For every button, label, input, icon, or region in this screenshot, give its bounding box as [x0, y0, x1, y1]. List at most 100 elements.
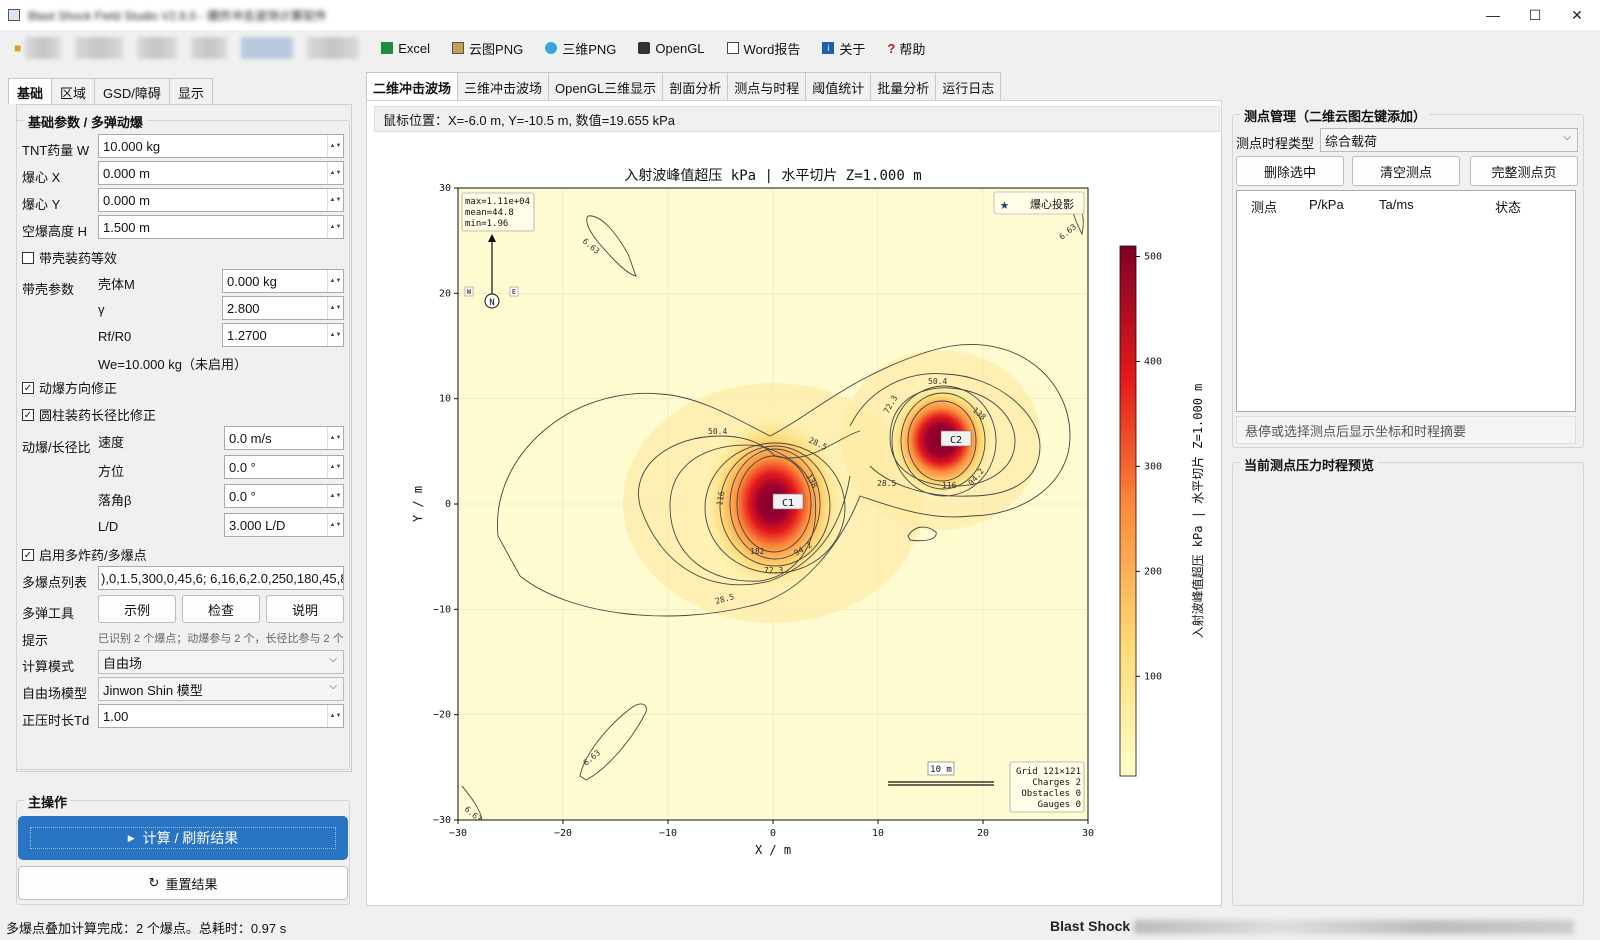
spin-arrows-icon[interactable]: ▲▼	[327, 216, 343, 238]
toolbar: ■ Excel 云图PNG 三维PNG OpenGL Word报告 i 关于 ? 帮…	[0, 30, 1600, 66]
spin-arrows-icon[interactable]: ▲▼	[327, 324, 343, 346]
tab-gauges[interactable]: 测点与时程	[727, 72, 807, 100]
spin-arrows-icon[interactable]: ▲▼	[327, 427, 343, 449]
column-header[interactable]: P/kPa	[1309, 197, 1344, 212]
checkbox-box[interactable]: ✓	[22, 381, 34, 394]
info-obstacles: Obstacles 0	[1021, 789, 1081, 799]
gamma-input[interactable]: 2.800 ▲▼	[222, 296, 344, 320]
calculate-button[interactable]: ▶ 计算 / 刷新结果	[18, 816, 348, 860]
preview-group	[1232, 462, 1584, 906]
spin-arrows-icon[interactable]: ▲▼	[327, 270, 343, 292]
tab-region[interactable]: 区域	[51, 78, 96, 104]
spin-arrows-icon[interactable]: ▲▼	[327, 297, 343, 319]
type-label: 测点时程类型	[1236, 136, 1315, 151]
checkbox-box[interactable]: ✓	[22, 408, 34, 421]
multi-checkbox[interactable]: ✓ 启用多炸药/多爆点	[22, 545, 147, 564]
height-label: 空爆高度 H	[22, 224, 88, 239]
shell-checkbox[interactable]: 带壳装药等效	[22, 248, 117, 267]
checkbox-box[interactable]	[22, 251, 34, 264]
x-tick-label: 10	[872, 828, 884, 839]
tab-gsd[interactable]: GSD/障碍	[94, 78, 170, 104]
spin-arrows-icon[interactable]: ▲▼	[327, 135, 343, 157]
spin-arrows-icon[interactable]: ▲▼	[327, 189, 343, 211]
spin-arrows-icon[interactable]: ▲▼	[327, 705, 343, 727]
td-input[interactable]: 1.00 ▲▼	[98, 704, 344, 728]
height-input[interactable]: 1.500 m ▲▼	[98, 215, 344, 239]
main-op-title: 主操作	[24, 792, 72, 811]
excel-button[interactable]: Excel	[381, 41, 430, 56]
3d-png-button[interactable]: 三维PNG	[545, 39, 616, 58]
blurred-tool[interactable]	[307, 37, 360, 59]
fall-input[interactable]: 0.0 ° ▲▼	[224, 484, 344, 508]
maximize-button[interactable]: ☐	[1512, 0, 1558, 30]
tab-opengl[interactable]: OpenGL三维显示	[548, 72, 664, 100]
spin-arrows-icon[interactable]: ▲▼	[327, 514, 343, 536]
cy-input[interactable]: 0.000 m ▲▼	[98, 188, 344, 212]
azimuth-input[interactable]: 0.0 ° ▲▼	[224, 455, 344, 479]
speed-input[interactable]: 0.0 m/s ▲▼	[224, 426, 344, 450]
close-button[interactable]: ✕	[1554, 0, 1600, 30]
gauge-table[interactable]: 测点 P/kPa Ta/ms 状态	[1236, 190, 1576, 412]
example-button[interactable]: 示例	[98, 595, 176, 623]
column-header[interactable]: Ta/ms	[1379, 197, 1414, 212]
blurred-tool[interactable]	[191, 37, 228, 59]
cloud-png-button[interactable]: 云图PNG	[452, 39, 523, 58]
full-gauge-page-button[interactable]: 完整测点页	[1470, 156, 1578, 186]
contour-label: 116	[942, 481, 957, 490]
blurred-tool[interactable]	[241, 37, 294, 59]
checkbox-box[interactable]: ✓	[22, 548, 34, 561]
tab-threshold[interactable]: 阈值统计	[805, 72, 872, 100]
scale-bar-label: 10 m	[930, 765, 952, 775]
spin-arrows-icon[interactable]: ▲▼	[327, 485, 343, 507]
type-select[interactable]: 综合载荷 ⌵	[1320, 128, 1578, 152]
y-axis-label: Y / m	[411, 486, 425, 522]
tab-profile[interactable]: 剖面分析	[662, 72, 729, 100]
charge-marker-c2[interactable]: C2	[940, 430, 972, 447]
contour-label: 182	[750, 547, 765, 556]
tab-batch[interactable]: 批量分析	[870, 72, 937, 100]
tab-basic[interactable]: 基础	[8, 78, 53, 104]
minimize-button[interactable]: —	[1470, 0, 1516, 30]
shell-params-label: 带壳参数	[22, 282, 75, 297]
column-header[interactable]: 状态	[1495, 197, 1521, 216]
about-button[interactable]: i 关于	[822, 39, 865, 58]
tab-display[interactable]: 显示	[168, 78, 213, 104]
word-report-button[interactable]: Word报告	[726, 39, 800, 58]
blurred-tool[interactable]	[75, 37, 124, 59]
ld-input[interactable]: 3.000 L/D ▲▼	[224, 513, 344, 537]
tnt-label: TNT药量 W	[22, 143, 90, 158]
refresh-icon: ↻	[148, 875, 160, 890]
window-title: Blast Shock Field Studio V2.6.0 - 爆炸冲击波场…	[28, 8, 327, 23]
help-button[interactable]: ? 帮助	[887, 39, 925, 58]
delete-selected-button[interactable]: 删除选中	[1236, 156, 1344, 186]
opengl-button[interactable]: OpenGL	[638, 41, 705, 56]
blurred-tool[interactable]	[137, 37, 178, 59]
charge-marker-c1[interactable]: C1	[772, 493, 804, 510]
cyl-checkbox[interactable]: ✓ 圆柱装药长径比修正	[22, 405, 156, 424]
shell-m-input[interactable]: 0.000 kg ▲▼	[222, 269, 344, 293]
star-icon: ★	[1000, 195, 1009, 213]
colorbar-tick-label: 200	[1144, 566, 1162, 577]
multi-list-input[interactable]: ),0,1.5,300,0,45,6; 6,16,6,2.0,250,180,4…	[98, 566, 344, 590]
rf-input[interactable]: 1.2700 ▲▼	[222, 323, 344, 347]
model-select[interactable]: Jinwon Shin 模型 ⌵	[98, 677, 344, 701]
calc-mode-select[interactable]: 自由场 ⌵	[98, 650, 344, 674]
tab-3d-field[interactable]: 三维冲击波场	[457, 72, 550, 100]
explain-button[interactable]: 说明	[266, 595, 344, 623]
spin-arrows-icon[interactable]: ▲▼	[327, 456, 343, 478]
y-tick-label: 0	[445, 499, 451, 510]
tab-log[interactable]: 运行日志	[935, 72, 1002, 100]
spin-arrows-icon[interactable]: ▲▼	[327, 162, 343, 184]
contour-chart[interactable]: 入射波峰值超压 kPa | 水平切片 Z=1.000 m 6.63 6.63 6…	[370, 136, 1220, 906]
check-button[interactable]: 检查	[182, 595, 260, 623]
dyn-checkbox[interactable]: ✓ 动爆方向修正	[22, 378, 117, 397]
cx-input[interactable]: 0.000 m ▲▼	[98, 161, 344, 185]
info-grid: Grid 121×121	[1016, 767, 1081, 777]
column-header[interactable]: 测点	[1251, 197, 1277, 216]
folder-icon[interactable]: ■	[14, 41, 21, 55]
blurred-tool[interactable]	[25, 37, 62, 59]
tab-2d-field[interactable]: 二维冲击波场	[366, 72, 459, 100]
reset-button[interactable]: ↻ 重置结果	[18, 866, 348, 900]
tnt-input[interactable]: 10.000 kg ▲▼	[98, 134, 344, 158]
clear-gauges-button[interactable]: 清空测点	[1352, 156, 1460, 186]
